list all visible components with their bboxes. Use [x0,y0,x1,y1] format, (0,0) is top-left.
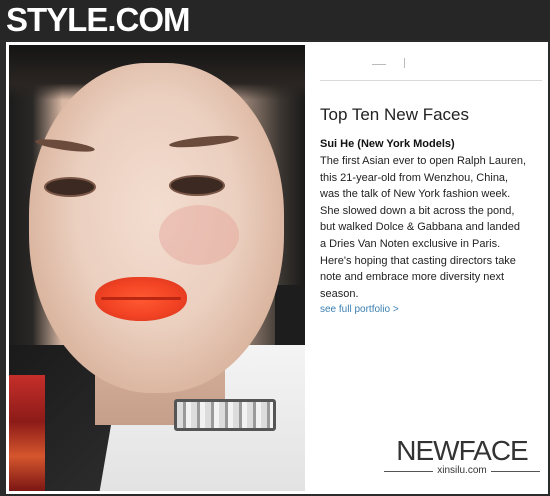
photo-face [29,63,284,393]
body-line: this 21-year-old from Wenzhou, China, [320,171,509,184]
photo-eye-left [44,177,96,197]
photo-cheek [159,205,239,265]
content-panel: Top Ten New Faces Sui He (New York Model… [6,42,548,494]
model-photo [9,45,305,491]
body-line: a Dries Van Noten exclusive in Paris. [320,237,501,250]
body-line: note and embrace more diversity next [320,271,505,284]
site-header: STYLE.COM [0,0,550,40]
body-line: She slowed down a bit across the pond, [320,204,515,217]
site-logo[interactable]: STYLE.COM [6,1,191,39]
photo-scarf [9,375,45,491]
body-line: but walked Dolce & Gabbana and landed [320,221,520,234]
divider-mark [372,64,386,65]
article-column: Top Ten New Faces Sui He (New York Model… [316,42,546,494]
article-heading: Top Ten New Faces [320,105,469,124]
body-line: season. [320,287,359,300]
watermark-rule [384,470,434,472]
watermark-subtitle-row: xinsilu.com [384,465,540,477]
photo-lips-line [101,297,181,300]
photo-brooch [174,399,276,431]
body-line: was the talk of New York fashion week. [320,188,511,201]
portfolio-link[interactable]: see full portfolio > [320,303,399,317]
body-line: The first Asian ever to open Ralph Laure… [320,155,527,167]
watermark: NEWFACE xinsilu.com [384,437,540,477]
body-line: Here's hoping that casting directors tak… [320,254,516,267]
model-name: Sui He (New York Models) [320,138,455,150]
divider [320,80,542,81]
divider-mark [404,58,405,68]
watermark-title: NEWFACE [396,435,528,466]
article-body: The first Asian ever to open Ralph Laure… [320,153,548,302]
watermark-subtitle: xinsilu.com [437,465,487,476]
photo-eye-right [169,175,225,196]
watermark-rule [490,470,540,472]
